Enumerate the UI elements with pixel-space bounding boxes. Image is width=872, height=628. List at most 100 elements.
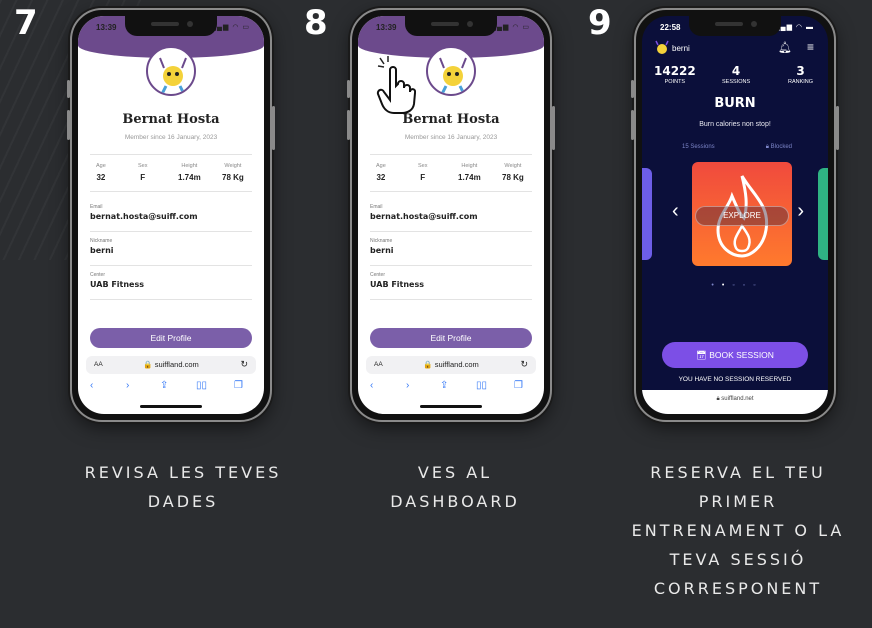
field-value: UAB Fitness: [370, 280, 424, 289]
tap-hand-icon: [376, 56, 416, 114]
status-time: 22:58: [660, 23, 681, 32]
stat-label: Age: [96, 163, 106, 169]
profile-name: Bernat Hosta: [402, 112, 500, 127]
previous-card-peek[interactable]: [642, 168, 652, 260]
edit-profile-button[interactable]: Edit Profile: [370, 328, 532, 348]
center-field[interactable]: Center UAB Fitness: [370, 272, 532, 300]
stat-value: F: [420, 173, 426, 182]
field-label: Center: [370, 272, 386, 278]
sessions-count: 15 Sessions: [682, 144, 715, 150]
stat-value: 78 Kg: [502, 173, 524, 182]
mascot-logo-icon: [655, 40, 669, 54]
reload-icon[interactable]: ↻: [240, 359, 248, 370]
nickname-field[interactable]: Nickname berni: [370, 238, 532, 266]
stat-value: 32: [376, 173, 386, 182]
phone-step-9: 22:58 ▂▄▆ ◠ ▬ berni 🔔︎ ≡ 14222 POINTS 4 SES…: [631, 8, 839, 422]
share-icon[interactable]: ⇪: [160, 380, 168, 391]
back-icon[interactable]: ‹: [90, 380, 93, 391]
forward-icon[interactable]: ›: [406, 380, 409, 391]
bell-icon[interactable]: 🔔︎: [778, 41, 792, 54]
url-text: 🔒 suiffland.com: [143, 360, 199, 369]
chevron-left-icon[interactable]: ‹: [672, 200, 679, 223]
stat-value: 32: [96, 173, 106, 182]
blocked-badge: 🔒︎ Blocked: [765, 144, 792, 150]
stat-label: Age: [376, 163, 386, 169]
dashboard-topbar: berni 🔔︎ ≡: [642, 38, 828, 62]
url-bar[interactable]: AA 🔒 suiffland.com ↻: [366, 356, 536, 374]
field-value: bernat.hosta@suiff.com: [370, 212, 478, 221]
program-subtitle: Burn calories non stop!: [699, 121, 771, 128]
profile-stats: Age 32 Sex F Height 1.74m Weight 78 Kg: [370, 154, 532, 192]
stat-label: Height: [461, 163, 478, 169]
reload-icon[interactable]: ↻: [520, 359, 528, 370]
caption-step-9: RESERVA EL TEU PRIMER ENTRENAMENT O LA TEVA…: [631, 463, 845, 598]
field-value: UAB Fitness: [90, 280, 144, 289]
member-since: Member since 16 January, 2023: [124, 134, 218, 141]
forward-icon[interactable]: ›: [126, 380, 129, 391]
step-number-9: 9: [588, 3, 612, 43]
url-bar[interactable]: 🔒︎ suiffland.net: [642, 390, 828, 414]
stat-value: F: [140, 173, 146, 182]
profile-name: Bernat Hosta: [122, 112, 220, 127]
stat-value: 1.74m: [178, 173, 201, 182]
caption-step-8: VES AL DASHBOARD: [390, 463, 520, 511]
stat-label: Height: [181, 163, 198, 169]
avatar: [426, 46, 476, 96]
profile-screen: 13:39 ▂▄▆ ◠ ▭ Bernat Hosta Member since 1…: [78, 16, 264, 414]
points-stat: 14222 POINTS: [654, 64, 696, 85]
field-value: berni: [370, 246, 394, 255]
dashboard-screen: 22:58 ▂▄▆ ◠ ▬ berni 🔔︎ ≡ 14222 POINTS 4 SES…: [642, 16, 828, 414]
browser-toolbar: ‹ › ⇪ ▯▯ ❐: [358, 380, 544, 398]
field-label: Email: [90, 204, 103, 210]
field-label: Email: [370, 204, 383, 210]
no-session-message: YOU HAVE NO SESSION RESERVED: [678, 376, 792, 383]
hamburger-menu-icon[interactable]: ≡: [807, 40, 814, 54]
stat-label: Weight: [504, 163, 522, 169]
center-field[interactable]: Center UAB Fitness: [90, 272, 252, 300]
field-value: berni: [90, 246, 114, 255]
back-icon[interactable]: ‹: [370, 380, 373, 391]
field-value: bernat.hosta@suiff.com: [90, 212, 198, 221]
step-number-7: 7: [14, 3, 38, 43]
stat-value: 78 Kg: [222, 173, 244, 182]
status-time: 13:39: [376, 23, 397, 32]
field-label: Center: [90, 272, 106, 278]
email-field[interactable]: Email bernat.hosta@suiff.com: [370, 204, 532, 232]
bookmarks-icon[interactable]: ▯▯: [476, 380, 487, 391]
explore-button[interactable]: EXPLORE: [695, 206, 789, 226]
stat-value: 1.74m: [458, 173, 481, 182]
username: berni: [672, 44, 690, 53]
book-session-button[interactable]: 📅︎ BOOK SESSION: [662, 342, 808, 368]
caption-step-7: REVISA LES TEVES DADES: [84, 463, 282, 511]
stat-label: Weight: [224, 163, 242, 169]
field-label: Nickname: [370, 238, 393, 244]
next-card-peek[interactable]: [818, 168, 828, 260]
stat-label: Sex: [418, 163, 428, 169]
phone-step-7: 13:39 ▂▄▆ ◠ ▭ Bernat Hosta Member since 1…: [67, 8, 275, 422]
phone-step-8: 13:39 ▂▄▆ ◠ ▭ Bernat Hosta Member since 1…: [347, 8, 555, 422]
field-label: Nickname: [90, 238, 113, 244]
burn-program-card[interactable]: EXPLORE: [692, 162, 792, 266]
stat-label: Sex: [138, 163, 148, 169]
carousel-dots[interactable]: • • ◦ ◦ ◦: [642, 282, 828, 289]
edit-profile-button[interactable]: Edit Profile: [90, 328, 252, 348]
profile-screen: 13:39 ▂▄▆ ◠ ▭ Bernat Hosta Member since 1…: [358, 16, 544, 414]
ranking-stat: 3 RANKING: [788, 64, 814, 85]
email-field[interactable]: Email bernat.hosta@suiff.com: [90, 204, 252, 232]
avatar: [146, 46, 196, 96]
url-text: 🔒 suiffland.com: [423, 360, 479, 369]
step-number-8: 8: [304, 3, 328, 43]
sessions-stat: 4 SESSIONS: [722, 64, 751, 85]
status-time: 13:39: [96, 23, 117, 32]
nickname-field[interactable]: Nickname berni: [90, 238, 252, 266]
bookmarks-icon[interactable]: ▯▯: [196, 380, 207, 391]
tabs-icon[interactable]: ❐: [514, 380, 523, 391]
chevron-right-icon[interactable]: ›: [797, 200, 804, 223]
member-since: Member since 16 January, 2023: [404, 134, 498, 141]
tabs-icon[interactable]: ❐: [234, 380, 243, 391]
url-bar[interactable]: AA 🔒 suiffland.com ↻: [86, 356, 256, 374]
share-icon[interactable]: ⇪: [440, 380, 448, 391]
program-title: BURN: [714, 96, 756, 111]
profile-stats: Age 32 Sex F Height 1.74m Weight 78 Kg: [90, 154, 252, 192]
browser-toolbar: ‹ › ⇪ ▯▯ ❐: [78, 380, 264, 398]
